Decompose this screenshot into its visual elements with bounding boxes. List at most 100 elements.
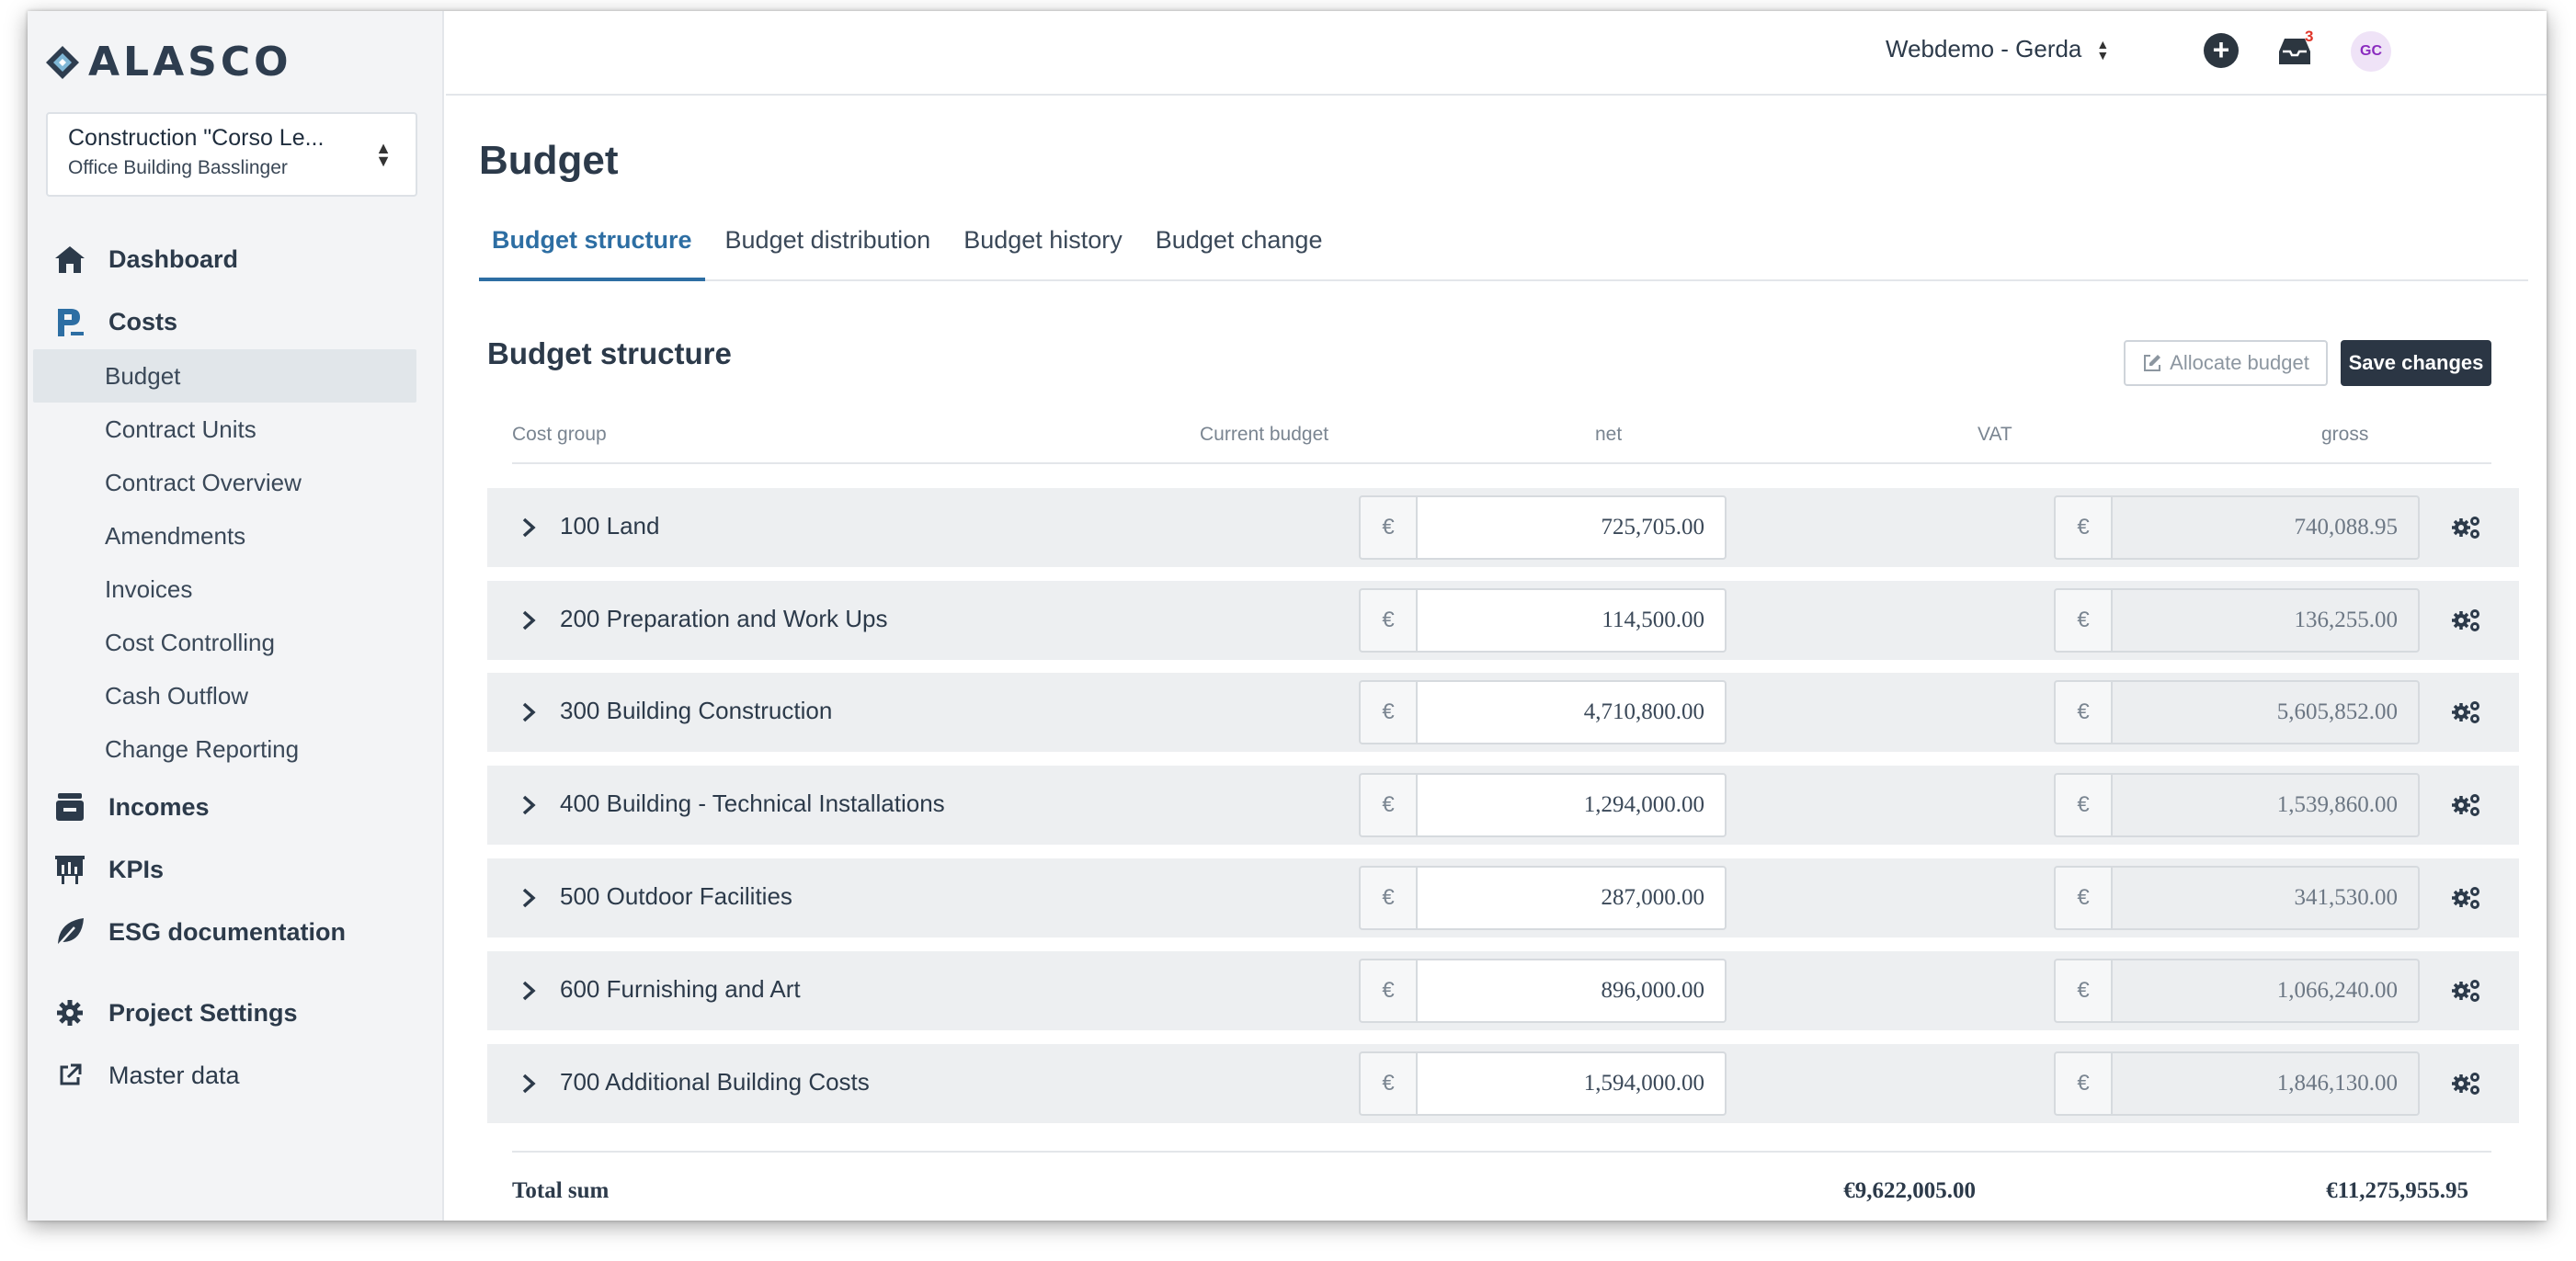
gears-icon[interactable] [2450, 607, 2481, 634]
net-budget-value[interactable]: 287,000.00 [1416, 866, 1727, 930]
project-name: Construction "Corso Le... [68, 125, 325, 151]
cost-group-label: 600 Furnishing and Art [560, 975, 801, 1003]
cost-group-row[interactable]: 500 Outdoor Facilities €287,000.00 €341,… [487, 858, 2519, 937]
logo-text: ALASCO [88, 39, 292, 85]
external-link-icon [53, 1059, 86, 1092]
cost-group-row[interactable]: 300 Building Construction €4,710,800.00 … [487, 673, 2519, 752]
sidebar-item-cost-controlling[interactable]: Cost Controlling [28, 616, 442, 669]
cost-group-label: 400 Building - Technical Installations [560, 790, 945, 817]
gross-budget-value: 1,539,860.00 [2111, 773, 2420, 837]
incomes-icon [53, 790, 86, 824]
cost-group-row[interactable]: 400 Building - Technical Installations €… [487, 766, 2519, 845]
cost-group-row[interactable]: 600 Furnishing and Art €896,000.00 €1,06… [487, 951, 2519, 1030]
gears-icon[interactable] [2450, 791, 2481, 819]
gears-icon[interactable] [2450, 977, 2481, 1005]
tab-budget-change[interactable]: Budget change [1143, 215, 1336, 281]
cost-group-row[interactable]: 200 Preparation and Work Ups €114,500.00… [487, 581, 2519, 660]
currency-addon: € [2054, 495, 2111, 560]
gears-icon[interactable] [2450, 1070, 2481, 1097]
sidebar-item-label: Dashboard [108, 244, 239, 273]
sidebar-item-change-reporting[interactable]: Change Reporting [28, 722, 442, 776]
gross-budget-value: 740,088.95 [2111, 495, 2420, 560]
sidebar-item-master-data[interactable]: Master data [28, 1044, 442, 1107]
home-icon [53, 243, 86, 276]
chevron-right-icon[interactable] [515, 510, 542, 545]
net-budget-value[interactable]: 1,294,000.00 [1416, 773, 1727, 837]
gross-budget-field: €1,066,240.00 [2054, 959, 2420, 1023]
sidebar-item-invoices[interactable]: Invoices [28, 562, 442, 616]
add-button[interactable]: + [2204, 33, 2239, 68]
chevron-right-icon[interactable] [515, 603, 542, 638]
net-budget-value[interactable]: 114,500.00 [1416, 588, 1727, 653]
workspace-user-name: Webdemo - Gerda [1886, 35, 2082, 62]
net-budget-input[interactable]: €725,705.00 [1359, 495, 1727, 560]
chevron-right-icon[interactable] [515, 973, 542, 1008]
net-budget-value[interactable]: 4,710,800.00 [1416, 680, 1727, 744]
currency-addon: € [2054, 588, 2111, 653]
currency-addon: € [2054, 866, 2111, 930]
currency-addon: € [1359, 588, 1416, 653]
tab-budget-distribution[interactable]: Budget distribution [712, 215, 944, 281]
sidebar-nav: Dashboard Costs Budget Contract Units Co… [28, 228, 442, 1107]
sidebar-item-contract-overview[interactable]: Contract Overview [28, 456, 442, 509]
workspace-user-selector[interactable]: Webdemo - Gerda ▲ ▼ [1886, 35, 2109, 63]
avatar[interactable]: GC [2351, 31, 2391, 72]
save-changes-button[interactable]: Save changes [2341, 340, 2491, 386]
gross-budget-field: €136,255.00 [2054, 588, 2420, 653]
chevron-right-icon[interactable] [515, 1066, 542, 1101]
currency-addon: € [1359, 773, 1416, 837]
currency-addon: € [2054, 1051, 2111, 1116]
cost-group-label: 700 Additional Building Costs [560, 1068, 870, 1096]
tab-bar: Budget structure Budget distribution Bud… [479, 215, 2528, 281]
sidebar-item-cash-outflow[interactable]: Cash Outflow [28, 669, 442, 722]
logo[interactable]: ALASCO [44, 39, 292, 85]
sidebar-item-esg[interactable]: ESG documentation [28, 901, 442, 963]
sidebar-item-costs[interactable]: Costs [28, 290, 442, 353]
section-title: Budget structure [487, 336, 732, 370]
sidebar-item-incomes[interactable]: Incomes [28, 776, 442, 838]
sidebar-item-budget[interactable]: Budget [33, 349, 416, 403]
net-budget-input[interactable]: €287,000.00 [1359, 866, 1727, 930]
net-budget-value[interactable]: 725,705.00 [1416, 495, 1727, 560]
net-budget-input[interactable]: €1,294,000.00 [1359, 773, 1727, 837]
column-header-cost-group: Cost group [512, 424, 607, 445]
sidebar-item-amendments[interactable]: Amendments [28, 509, 442, 562]
net-budget-value[interactable]: 1,594,000.00 [1416, 1051, 1727, 1116]
sidebar-item-contract-units[interactable]: Contract Units [28, 403, 442, 456]
gears-icon[interactable] [2450, 884, 2481, 912]
plus-icon: + [2212, 33, 2230, 66]
chevron-right-icon[interactable] [515, 880, 542, 915]
tab-budget-history[interactable]: Budget history [951, 215, 1135, 281]
sidebar-item-dashboard[interactable]: Dashboard [28, 228, 442, 290]
gross-budget-field: €5,605,852.00 [2054, 680, 2420, 744]
project-selector[interactable]: Construction "Corso Le... Office Buildin… [46, 112, 417, 197]
currency-addon: € [2054, 680, 2111, 744]
gross-budget-value: 1,846,130.00 [2111, 1051, 2420, 1116]
page-title: Budget [479, 138, 619, 183]
cost-group-label: 100 Land [560, 512, 660, 540]
gross-budget-field: €341,530.00 [2054, 866, 2420, 930]
gross-budget-field: €1,539,860.00 [2054, 773, 2420, 837]
currency-addon: € [2054, 959, 2111, 1023]
cost-group-row[interactable]: 100 Land €725,705.00 €740,088.95 [487, 488, 2519, 567]
chevron-right-icon[interactable] [515, 695, 542, 730]
cost-group-row[interactable]: 700 Additional Building Costs €1,594,000… [487, 1044, 2519, 1123]
tab-budget-structure[interactable]: Budget structure [479, 215, 705, 281]
sidebar-item-kpis[interactable]: KPIs [28, 838, 442, 901]
gears-icon[interactable] [2450, 514, 2481, 541]
currency-addon: € [1359, 866, 1416, 930]
notification-count-badge: 3 [2305, 28, 2314, 45]
net-budget-input[interactable]: €896,000.00 [1359, 959, 1727, 1023]
allocate-budget-button[interactable]: Allocate budget [2124, 340, 2328, 386]
divider [512, 462, 2491, 464]
net-budget-input[interactable]: €114,500.00 [1359, 588, 1727, 653]
chevron-right-icon[interactable] [515, 788, 542, 823]
column-header-vat: VAT [1978, 424, 2012, 445]
net-budget-input[interactable]: €1,594,000.00 [1359, 1051, 1727, 1116]
sidebar-item-project-settings[interactable]: Project Settings [28, 982, 442, 1044]
net-budget-value[interactable]: 896,000.00 [1416, 959, 1727, 1023]
notifications-button[interactable]: 3 [2277, 28, 2314, 68]
gears-icon[interactable] [2450, 699, 2481, 726]
edit-icon [2144, 355, 2161, 371]
net-budget-input[interactable]: €4,710,800.00 [1359, 680, 1727, 744]
